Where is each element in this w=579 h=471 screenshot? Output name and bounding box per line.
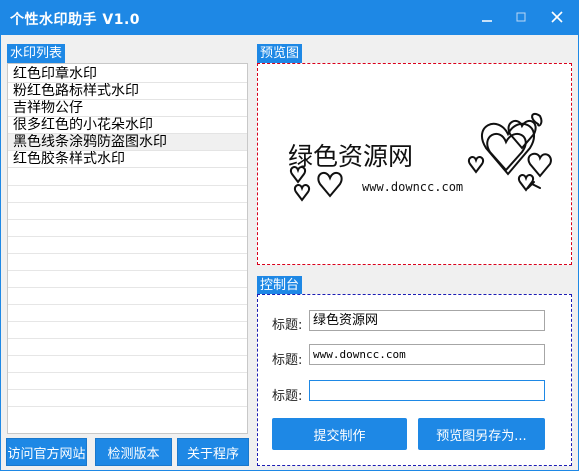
list-row-divider [8, 287, 247, 288]
list-item[interactable]: 很多红色的小花朵水印 [8, 117, 247, 134]
about-button[interactable]: 关于程序 [177, 438, 249, 466]
list-row-divider [8, 236, 247, 237]
submit-button[interactable]: 提交制作 [272, 418, 407, 450]
title-bar[interactable]: 个性水印助手 V1.0 [0, 0, 579, 35]
list-row-divider [8, 389, 247, 390]
check-version-button[interactable]: 检测版本 [95, 438, 172, 466]
control-header: 控制台 [257, 276, 303, 295]
minimize-button[interactable] [476, 7, 498, 27]
title-field-label: 标题: [272, 318, 303, 333]
save-preview-button[interactable]: 预览图另存为... [418, 418, 545, 450]
list-row-divider [8, 372, 247, 373]
extra-field-label: 标题: [272, 389, 303, 404]
list-row-divider [8, 219, 247, 220]
list-row-divider [8, 270, 247, 271]
watermark-list-header: 水印列表 [7, 44, 66, 63]
watermark-preview-title: 绿色资源网 [288, 142, 413, 171]
list-row-divider [8, 304, 247, 305]
close-button[interactable] [546, 7, 568, 27]
list-row-divider [8, 185, 247, 186]
list-item[interactable]: 粉红色路标样式水印 [8, 83, 247, 100]
list-row-divider [8, 202, 247, 203]
list-row-divider [8, 355, 247, 356]
watermark-list[interactable]: 红色印章水印 粉红色路标样式水印 吉祥物公仔 很多红色的小花朵水印 黑色线条涂鸦… [7, 63, 248, 434]
visit-website-button[interactable]: 访问官方网站 [6, 438, 87, 466]
close-icon [551, 11, 563, 23]
maximize-button[interactable] [510, 7, 532, 27]
preview-header: 预览图 [257, 44, 303, 63]
extra-input[interactable] [309, 380, 545, 401]
window-title: 个性水印助手 V1.0 [10, 12, 141, 28]
preview-panel: 绿色资源网 www.downcc.com [257, 63, 572, 265]
minimize-icon [482, 20, 492, 22]
list-item[interactable]: 红色胶条样式水印 [8, 151, 247, 168]
url-input[interactable]: www.downcc.com [309, 344, 545, 365]
list-item[interactable]: 红色印章水印 [8, 66, 247, 83]
list-item[interactable]: 吉祥物公仔 [8, 100, 247, 117]
list-row-divider [8, 406, 247, 407]
title-input[interactable]: 绿色资源网 [309, 310, 545, 331]
list-row-divider [8, 321, 247, 322]
list-row-divider [8, 338, 247, 339]
list-row-divider [8, 253, 247, 254]
watermark-preview-image: 绿色资源网 www.downcc.com [288, 112, 552, 202]
watermark-preview-url: www.downcc.com [362, 180, 463, 194]
list-item-selected[interactable]: 黑色线条涂鸦防盗图水印 [8, 134, 247, 151]
url-field-label: 标题: [272, 353, 303, 368]
maximize-icon [516, 12, 526, 22]
